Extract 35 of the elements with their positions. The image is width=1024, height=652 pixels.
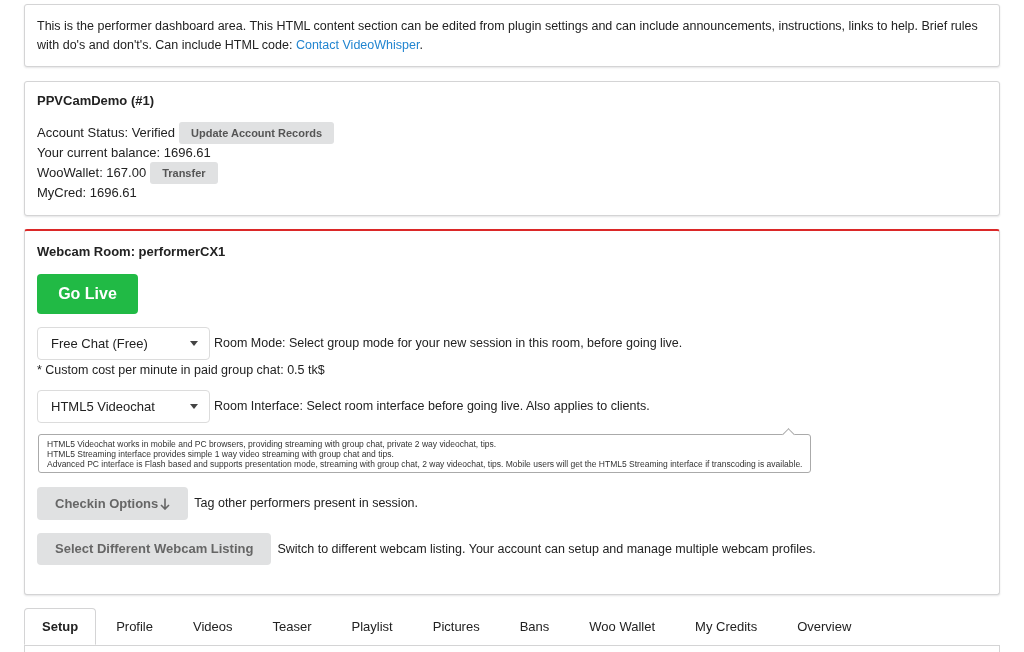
tab[interactable]: Bans: [499, 608, 570, 645]
cost-note: * Custom cost per minute in paid group chat: 0.5 tk$: [37, 362, 326, 379]
account-action-button[interactable]: Transfer: [150, 162, 218, 184]
intro-text: This is the performer dashboard area. This HTML content section can be edited from plugin settings and can include announcements, instructions, links to help. Brief rules with do's and don't's. Can include HTML code: Contact VideoWhisper.: [37, 18, 979, 54]
account-title: PPVCamDemo (#1): [37, 92, 156, 110]
room-interface-description: Room Interface: Select room interface before going live. Also applies to clients.: [214, 398, 650, 416]
tab[interactable]: My Credits: [675, 608, 778, 645]
room-title: Webcam Room: performerCX1: [37, 243, 227, 261]
dropdown[interactable]: Free Chat (Free): [37, 327, 210, 360]
help-text: HTML5 Streaming interface provides simple 1 way video streaming with group chat and tips.: [47, 449, 395, 459]
help-text: HTML5 Videochat works in mobile and PC browsers, providing streaming with group chat, private 2 way videochat, tips.: [47, 439, 498, 449]
listing-description: Switch to different webcam listing. Your account can setup and manage multiple webcam profiles.: [277, 540, 816, 558]
account-info: Your current balance: 1696.61: [37, 144, 211, 163]
tab[interactable]: Pictures: [412, 608, 500, 645]
checkin-description: Tag other performers present in session.: [194, 495, 418, 513]
tab[interactable]: Woo Wallet: [569, 608, 676, 645]
tab[interactable]: Overview: [777, 608, 872, 645]
contact-link[interactable]: Contact VideoWhisper: [295, 38, 420, 52]
caret-icon: [190, 341, 198, 346]
tab[interactable]: Videos: [173, 608, 253, 645]
help-text: Advanced PC interface is Flash based and supports presentation mode, streaming with group chat, 2 way videochat, tips. Mobile users will get the HTML5 Streaming interface if transcoding is available.: [47, 459, 803, 469]
dropdown[interactable]: HTML5 Videochat: [37, 390, 210, 423]
tab[interactable]: Profile: [96, 608, 173, 645]
account-info: MyCred: 1696.61: [37, 184, 137, 203]
select-listing-button[interactable]: Select Different Webcam Listing: [37, 533, 272, 565]
caret-icon: [190, 404, 198, 409]
account-action-button[interactable]: Update Account Records: [179, 122, 335, 144]
account-info: Account Status: Verified: [37, 124, 176, 143]
checkin-options-button[interactable]: Checkin Options: [37, 487, 189, 520]
arrow-down-icon: [160, 497, 171, 510]
account-info: WooWallet: 167.00: [37, 164, 147, 183]
tab[interactable]: Setup: [24, 608, 97, 645]
tab[interactable]: Teaser: [252, 608, 332, 645]
tab[interactable]: Playlist: [331, 608, 413, 645]
room-mode-description: Room Mode: Select group mode for your new session in this room, before going live.: [214, 335, 683, 353]
